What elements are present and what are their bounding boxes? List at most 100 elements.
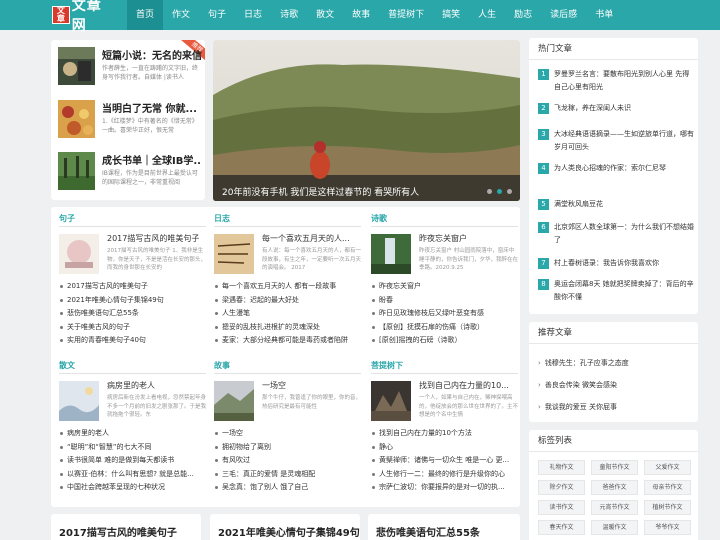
section-title[interactable]: 诗歌: [371, 213, 387, 224]
featured-item[interactable]: 成长书单｜全球IB学... IB课程，作为是目前世界上最受认可的国际课程之一，非…: [58, 152, 203, 192]
article-link[interactable]: 2017描写古风的唯美句子: [59, 280, 206, 294]
article-link[interactable]: 一场空: [214, 427, 361, 441]
article-link[interactable]: 中国社会跨越苯呈现的七种状况: [59, 481, 206, 495]
tag[interactable]: 读书作文: [538, 500, 585, 515]
article-link[interactable]: 摁妥的乱枝扎进根扩的灵魂深处: [214, 321, 361, 335]
nav-item-life[interactable]: 人生: [469, 0, 505, 30]
tag[interactable]: 爸爸作文: [591, 480, 638, 495]
section-thumbnail[interactable]: [214, 234, 254, 274]
tag[interactable]: 母亲节作文: [644, 480, 691, 495]
article-link[interactable]: 以赛亚·伯林：什么叫有思想? 就是总能...: [59, 468, 206, 482]
tag[interactable]: 除夕作文: [538, 480, 585, 495]
carousel-dot[interactable]: [507, 189, 512, 194]
article-link[interactable]: 吴念真：饱了别人 饿了自己: [214, 481, 361, 495]
section-lead-title[interactable]: 昨夜忘关窗户: [419, 233, 518, 244]
section-article-list: 病房里的老人 “聪明”和“智慧”的七大不同 读书很简单 难的是做到每天都读书 以…: [59, 427, 206, 495]
tag[interactable]: 爷爷作文: [644, 520, 691, 535]
hero-image: [213, 40, 520, 201]
article-link[interactable]: 麦家：大部分经典都可能是毒药或者陷阱: [214, 334, 361, 348]
section-thumbnail[interactable]: [59, 234, 99, 274]
nav-item-story[interactable]: 故事: [343, 0, 379, 30]
section-thumbnail[interactable]: [371, 234, 411, 274]
section-thumbnail[interactable]: [371, 381, 411, 421]
article-card-title: 2021年唯美心情句子集锦49句: [218, 528, 360, 539]
tag[interactable]: 温暖作文: [591, 520, 638, 535]
article-link[interactable]: 昨日见玫瑰修枝后又绿叶恶变有感: [371, 307, 518, 321]
featured-item[interactable]: 当明白了无常 你就... 1.《红楼梦》中有著名的《惜无常》一曲。喜荣华正好，恨…: [58, 100, 203, 140]
article-link[interactable]: [原创]摇拽的石磅（诗歌）: [371, 334, 518, 348]
nav-item-prose[interactable]: 散文: [307, 0, 343, 30]
article-link[interactable]: 宗萨仁波切：你要报异的是对一切的执...: [371, 481, 518, 495]
section-title[interactable]: 日志: [214, 213, 230, 224]
article-link[interactable]: 三毛：真正的爱情 是灵魂相配: [214, 468, 361, 482]
carousel-dot[interactable]: [487, 189, 492, 194]
tag[interactable]: 童阳节作文: [591, 460, 638, 475]
section-lead-title[interactable]: 找到自己内在力量的10...: [419, 380, 518, 391]
article-link[interactable]: “聪明”和“智慧”的七大不同: [59, 441, 206, 455]
article-link[interactable]: 2021年唯美心情句子集锦49句: [59, 294, 206, 308]
tag[interactable]: 春天作文: [538, 520, 585, 535]
nav-item-inspire[interactable]: 励志: [505, 0, 541, 30]
article-link[interactable]: 读书很简单 难的是做到每天都读书: [59, 454, 206, 468]
nav-item-essay[interactable]: 作文: [163, 0, 199, 30]
nav-menu: 首页 作文 句子 日志 诗歌 散文 故事 普提树下 搞笑 人生 励志 读后感 书…: [127, 0, 622, 30]
featured-thumbnail: [58, 47, 95, 85]
article-link[interactable]: 每一个喜欢五月天的人 都有一段故事: [214, 280, 361, 294]
article-link[interactable]: 有风吹过: [214, 454, 361, 468]
hot-article-title: 村上春树语录：我告诉你我喜欢你: [554, 259, 659, 267]
article-link[interactable]: 盼春: [371, 294, 518, 308]
section-article-list: 2017描写古风的唯美句子 2021年唯美心情句子集锦49句 悲伤唯美语句汇总5…: [59, 280, 206, 348]
hero-carousel[interactable]: 20年前没有手机 我们是这样过春节的 看哭所有人: [213, 40, 520, 201]
nav-item-poetry[interactable]: 诗歌: [271, 0, 307, 30]
hot-article-title: 奥运会闭幕8天 她就把奖牌卖掉了：背后的辛酸你不懂: [554, 280, 694, 301]
article-link[interactable]: 实用的青春唯美句子40句: [59, 334, 206, 348]
article-link[interactable]: 昨夜忘关窗户: [371, 280, 518, 294]
tag[interactable]: 礼物作文: [538, 460, 585, 475]
article-link[interactable]: 关于唯美古风的句子: [59, 321, 206, 335]
article-link[interactable]: 黄檗禅师：诸佛与一切众生 唯是一心 更...: [371, 454, 518, 468]
section-title[interactable]: 菩提树下: [371, 360, 403, 371]
nav-item-funny[interactable]: 搞笑: [433, 0, 469, 30]
recommended-link[interactable]: 我谈我的爱豆 关你屁事: [538, 402, 617, 412]
carousel-dot-active[interactable]: [497, 189, 502, 194]
section-thumbnail[interactable]: [59, 381, 99, 421]
carousel-dots: [487, 189, 512, 194]
featured-item[interactable]: 短篇小说：无名的来信 作者薛生，一直在踌躇的文字旧，终身写作我行者。自媒体 |读…: [58, 47, 203, 87]
recommended-link[interactable]: 钱穆先生：孔子应事之态度: [538, 358, 629, 368]
tag[interactable]: 父爱作文: [644, 460, 691, 475]
article-link[interactable]: 人生漫笔: [214, 307, 361, 321]
article-link[interactable]: 人生修行一二：最终的修行是升级你的心: [371, 468, 518, 482]
article-link[interactable]: 拥初物给了离别: [214, 441, 361, 455]
article-card[interactable]: 2017描写古风的唯美句子: [51, 514, 201, 540]
nav-item-diary[interactable]: 日志: [235, 0, 271, 30]
featured-title: 短篇小说：无名的来信: [102, 51, 202, 62]
section-lead-title[interactable]: 每一个喜欢五月天的人...: [262, 233, 361, 244]
tag[interactable]: 植树节作文: [644, 500, 691, 515]
section-article-list: 找到自己内在力量的10个方法 静心 黄檗禅师：诸佛与一切众生 唯是一心 更...…: [371, 427, 518, 495]
recommended-link[interactable]: 善良会传染 微笑会感染: [538, 380, 617, 390]
nav-item-review[interactable]: 读后感: [541, 0, 586, 30]
section-title[interactable]: 故事: [214, 360, 230, 371]
tag[interactable]: 元宵节作文: [591, 500, 638, 515]
article-link[interactable]: 病房里的老人: [59, 427, 206, 441]
article-link[interactable]: 梁遇春：迟起的最大好处: [214, 294, 361, 308]
section-title[interactable]: 句子: [59, 213, 75, 224]
hot-article-title: 罗曼罗兰名言：要散布阳光到别人心里 先得自己心里有阳光: [554, 70, 690, 91]
article-link[interactable]: 找到自己内在力量的10个方法: [371, 427, 518, 441]
article-card[interactable]: 2021年唯美心情句子集锦49句: [210, 514, 360, 540]
section-thumbnail[interactable]: [214, 381, 254, 421]
section-header: 诗歌: [371, 213, 518, 227]
section-title[interactable]: 散文: [59, 360, 75, 371]
nav-item-bodhi[interactable]: 普提树下: [379, 0, 433, 30]
section-lead-title[interactable]: 一场空: [262, 380, 361, 391]
section-lead-title[interactable]: 2017描写古风的唯美句子: [107, 233, 206, 244]
site-logo[interactable]: 文章 文章网: [52, 0, 116, 34]
article-link[interactable]: 静心: [371, 441, 518, 455]
nav-item-booklist[interactable]: 书单: [586, 0, 622, 30]
article-link[interactable]: 【原创】抚摸石扉的伤痛（诗歌）: [371, 321, 518, 335]
nav-item-sentences[interactable]: 句子: [199, 0, 235, 30]
section-lead-title[interactable]: 病房里的老人: [107, 380, 206, 391]
article-card[interactable]: 悲伤唯美语句汇总55条: [368, 514, 520, 540]
article-link[interactable]: 悲伤唯美语句汇总55条: [59, 307, 206, 321]
nav-item-home[interactable]: 首页: [127, 0, 164, 30]
